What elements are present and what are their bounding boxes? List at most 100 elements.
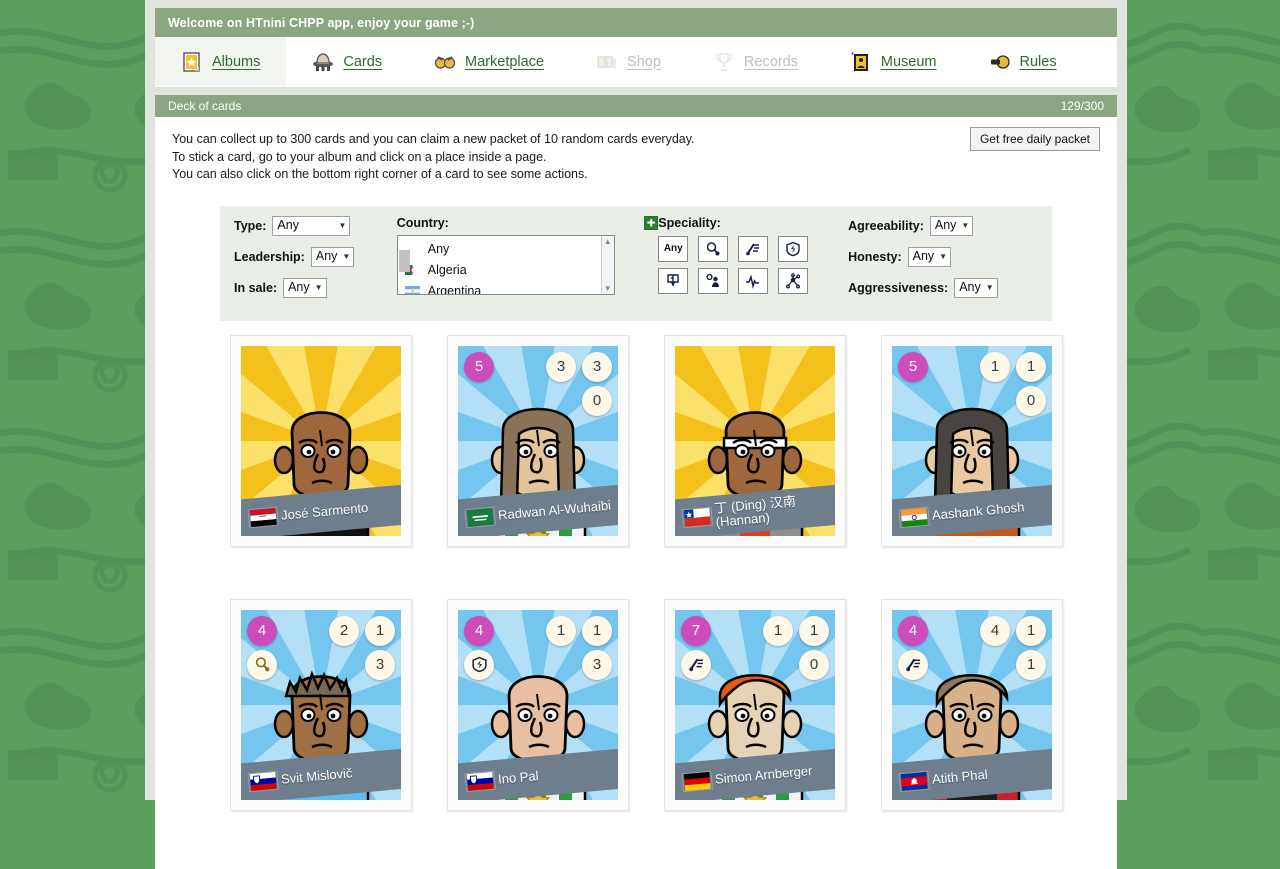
card-stat-badge-1: 2: [329, 615, 359, 646]
country-label: Country:: [396, 215, 449, 230]
intro-text: You can collect up to 300 cards and you …: [172, 131, 695, 184]
tab-albums[interactable]: Albums: [155, 37, 287, 86]
chevron-down-icon: ▼: [338, 220, 347, 230]
tab-shop[interactable]: $ Shop: [570, 37, 687, 86]
support-icon: [786, 272, 801, 288]
in-sale-label: In sale:: [234, 280, 278, 295]
add-plus-icon[interactable]: [644, 215, 659, 230]
type-value: Any: [277, 217, 299, 232]
speciality-head-specialist-button[interactable]: [698, 267, 729, 294]
player-card[interactable]: 5330 Radwan Al-Wuhaibi: [447, 334, 629, 547]
tab-label: Records: [743, 53, 798, 70]
card-level-badge: 5: [464, 351, 494, 382]
country-option-argentina[interactable]: Argentina: [404, 281, 614, 294]
filter-column-country: Country: Any Algeria Argentina ▲ ▼: [396, 215, 659, 309]
aggressiveness-label: Aggressiveness:: [848, 280, 949, 295]
album-icon: [183, 51, 200, 72]
speciality-unpredictable-button[interactable]: [658, 267, 689, 294]
speciality-resilient-button[interactable]: [738, 267, 769, 294]
speciality-any-button[interactable]: Any: [658, 235, 689, 262]
player-card[interactable]: José Sarmento: [230, 334, 412, 547]
tab-cards[interactable]: Cards: [286, 37, 408, 86]
whistle-icon: [990, 54, 1010, 69]
speciality-quick-button[interactable]: [738, 235, 769, 262]
player-card[interactable]: 4113 Ino Pal: [447, 598, 629, 811]
filter-aggressiveness: Aggressiveness: Any ▼: [848, 277, 1038, 298]
filter-column-basic: Type: Any ▼ Leadership: Any ▼ In sale: A…: [234, 215, 397, 309]
tab-label: Shop: [627, 53, 661, 70]
filter-type: Type: Any ▼: [234, 215, 397, 236]
scroll-down-icon[interactable]: ▼: [604, 283, 612, 294]
card-stat-badge-3: 0: [1016, 385, 1046, 416]
in-sale-value: Any: [288, 279, 310, 294]
country-option-any[interactable]: Any: [405, 239, 614, 260]
flag-si-icon: [247, 770, 280, 792]
leadership-value: Any: [315, 248, 338, 263]
filter-agreeability: Agreeability: Any ▼: [848, 215, 1038, 236]
resilient-icon: [746, 273, 760, 289]
honesty-value: Any: [912, 248, 935, 263]
card-speciality-badge-technical-icon[interactable]: [247, 649, 277, 680]
speciality-support-button[interactable]: [778, 267, 809, 294]
card-speciality-badge-powerful-icon[interactable]: [464, 649, 494, 680]
unpredictable-icon: [667, 273, 679, 286]
honesty-select[interactable]: Any ▼: [907, 246, 952, 267]
section-header: Deck of cards 129/300: [155, 95, 1117, 117]
agreeability-select[interactable]: Any ▼: [929, 215, 974, 236]
speciality-powerful-button[interactable]: [778, 235, 809, 262]
card-speciality-badge-quick-icon[interactable]: [898, 649, 928, 680]
card-stat-badge-2: 1: [365, 615, 395, 646]
card-stat-badge-2: 1: [1016, 615, 1046, 646]
cards-hat-icon: [313, 52, 334, 71]
player-card[interactable]: 4213 Svit Mislovič: [230, 598, 412, 811]
card-stat-badge-3: 3: [582, 649, 612, 680]
type-select[interactable]: Any ▼: [272, 215, 351, 236]
filter-column-speciality: Speciality: Any: [658, 216, 848, 309]
powerful-icon: [786, 241, 800, 256]
agreeability-label: Agreeability:: [848, 218, 924, 233]
scroll-up-icon[interactable]: ▲: [604, 236, 612, 247]
filter-panel: Type: Any ▼ Leadership: Any ▼ In sale: A…: [220, 205, 1052, 321]
tab-label: Cards: [343, 53, 383, 70]
get-free-daily-packet-button[interactable]: Get free daily packet: [969, 127, 1100, 151]
section-body: You can collect up to 300 cards and you …: [155, 117, 1117, 869]
player-card[interactable]: 丁 (Ding) 汉南 (Hannan): [664, 334, 846, 547]
tab-label: Museum: [880, 53, 937, 70]
cards-grid: José Sarmento 5330 Radwan Al-Wuhaibi 丁 (…: [172, 320, 1100, 811]
player-card[interactable]: 4411 Atith Phal: [881, 598, 1063, 811]
leadership-select[interactable]: Any ▼: [310, 246, 355, 267]
aggressiveness-select[interactable]: Any ▼: [954, 277, 998, 298]
country-option-algeria[interactable]: Algeria: [404, 260, 614, 281]
flag-kh-icon: [898, 770, 931, 792]
country-scrollbar[interactable]: ▲ ▼: [600, 235, 614, 294]
player-card[interactable]: 5110 Aashank Ghosh: [881, 334, 1063, 547]
filter-column-traits: Agreeability: Any ▼ Honesty: Any ▼ Aggre…: [848, 215, 1038, 309]
flag-cl-icon: [681, 506, 714, 528]
tab-rules[interactable]: Rules: [963, 37, 1083, 86]
flag-in-icon: [898, 506, 931, 528]
tab-marketplace[interactable]: Marketplace: [408, 37, 570, 86]
card-level-badge: 7: [681, 615, 711, 646]
tab-records[interactable]: Records: [687, 37, 824, 86]
flag-ar-icon: [404, 286, 420, 294]
in-sale-select[interactable]: Any ▼: [283, 277, 327, 298]
card-stat-badge-1: 4: [980, 615, 1010, 646]
card-stat-badge-3: 0: [582, 385, 612, 416]
chevron-down-icon: ▼: [939, 251, 948, 261]
card-level-badge: 4: [898, 615, 928, 646]
intro-line-3: You can also click on the bottom right c…: [172, 167, 588, 181]
card-stat-badge-2: 1: [799, 615, 829, 646]
card-stat-badge-1: 1: [546, 615, 576, 646]
scrollbar-thumb[interactable]: [398, 249, 410, 272]
player-card[interactable]: 7110 Simon Arnberger: [664, 598, 846, 811]
speciality-technical-button[interactable]: [698, 235, 729, 262]
intro-line-2: To stick a card, go to your album and cl…: [172, 149, 547, 164]
card-speciality-badge-quick-icon[interactable]: [681, 649, 711, 680]
tab-museum[interactable]: Museum: [824, 37, 963, 86]
agreeability-value: Any: [934, 217, 957, 232]
card-row: 4213 Svit Mislovič 4113 Ino Pal 7 1 1 0 …: [172, 598, 1100, 811]
card-stat-badge-1: 1: [980, 351, 1010, 382]
technical-icon: [707, 241, 720, 255]
card-stat-badge-1: 3: [546, 351, 576, 382]
country-listbox[interactable]: Any Algeria Argentina ▲ ▼: [396, 234, 615, 295]
